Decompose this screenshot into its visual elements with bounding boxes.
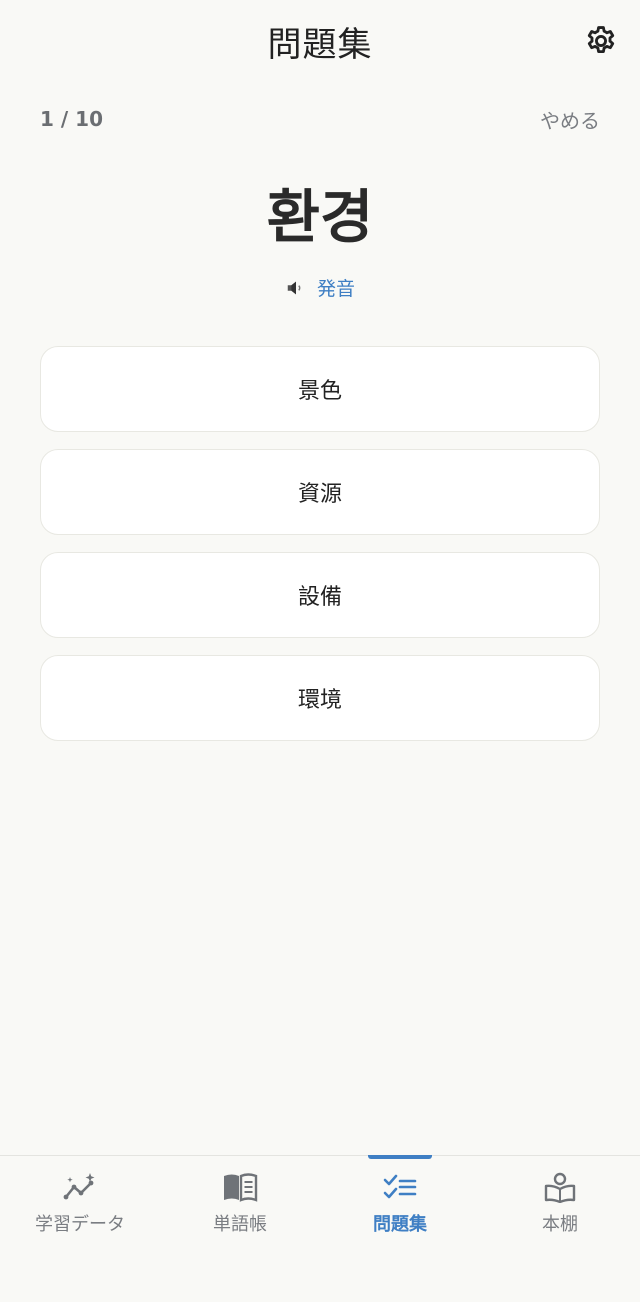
- answer-option[interactable]: 環境: [40, 655, 600, 741]
- active-tab-indicator: [368, 1155, 432, 1159]
- tab-label: 問題集: [373, 1214, 427, 1235]
- app-header: 問題集: [0, 0, 640, 82]
- answer-option[interactable]: 資源: [40, 449, 600, 535]
- settings-button[interactable]: [582, 22, 620, 60]
- open-book-icon: [224, 1173, 258, 1202]
- reader-icon: [544, 1172, 576, 1203]
- tab-bookshelf[interactable]: 本棚: [480, 1156, 640, 1302]
- tab-study-data[interactable]: 学習データ: [0, 1156, 160, 1302]
- tab-question-set[interactable]: 問題集: [320, 1155, 480, 1302]
- progress-counter: 1 / 10: [40, 107, 103, 131]
- checklist-icon: [383, 1174, 417, 1199]
- chart-sparkle-icon: [63, 1173, 95, 1200]
- tab-label: 単語帳: [213, 1214, 267, 1235]
- tab-label: 学習データ: [35, 1214, 125, 1235]
- answer-option[interactable]: 設備: [40, 552, 600, 638]
- tab-label: 本棚: [542, 1214, 578, 1235]
- progress-row: 1 / 10 やめる: [40, 104, 600, 134]
- tab-wordbook[interactable]: 単語帳: [160, 1156, 320, 1302]
- answer-option[interactable]: 景色: [40, 346, 600, 432]
- bottom-tab-bar: 学習データ 単語帳 問題集 本棚: [0, 1155, 640, 1302]
- answer-options: 景色 資源 設備 環境: [40, 346, 600, 758]
- gear-icon: [587, 26, 615, 54]
- page-title: 問題集: [267, 24, 373, 65]
- question-word: 환경: [266, 183, 374, 251]
- speaker-icon: [287, 281, 301, 294]
- pronounce-label: 発音: [316, 278, 355, 300]
- quit-button[interactable]: やめる: [540, 105, 600, 134]
- pronounce-button[interactable]: 発音: [0, 274, 640, 301]
